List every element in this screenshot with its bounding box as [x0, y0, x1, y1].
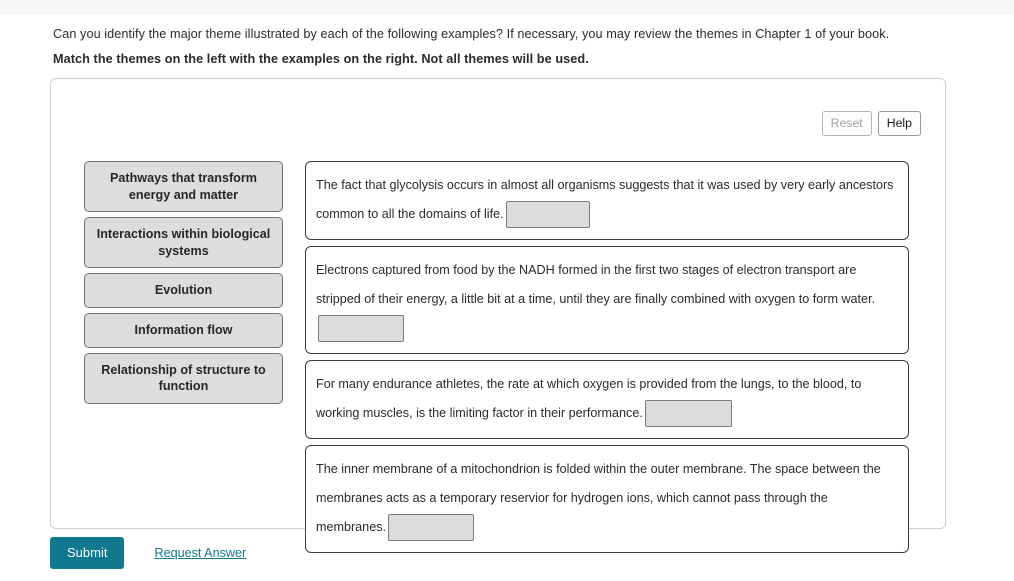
example-card-4: The inner membrane of a mitochondrion is…	[305, 445, 909, 553]
drop-slot-2[interactable]	[318, 315, 404, 343]
theme-bank: Pathways that transform energy and matte…	[84, 161, 283, 404]
footer-actions: Submit Request Answer	[50, 537, 246, 569]
theme-tile-evolution[interactable]: Evolution	[84, 273, 283, 309]
example-text-2: Electrons captured from food by the NADH…	[316, 263, 876, 306]
question-prompt-line-1: Can you identify the major theme illustr…	[53, 27, 890, 41]
theme-tile-interactions[interactable]: Interactions within biological systems	[84, 217, 283, 269]
theme-tile-structure-function[interactable]: Relationship of structure to function	[84, 352, 283, 404]
example-card-2: Electrons captured from food by the NADH…	[305, 246, 909, 354]
drop-slot-3[interactable]	[644, 400, 732, 428]
browser-top-strip	[0, 0, 1014, 14]
example-list: The fact that glycolysis occurs in almos…	[305, 161, 909, 553]
question-instruction-line-2: Match the themes on the left with the ex…	[53, 52, 589, 66]
matching-exercise-panel: Reset Help Pathways that transform energ…	[50, 78, 947, 553]
example-text-1: The fact that glycolysis occurs in almos…	[316, 178, 894, 221]
assignment-page: Can you identify the major theme illustr…	[0, 14, 1014, 581]
matching-work-area: Pathways that transform energy and matte…	[51, 79, 947, 553]
drop-slot-1[interactable]	[505, 201, 590, 229]
theme-tile-pathways[interactable]: Pathways that transform energy and matte…	[84, 161, 283, 213]
example-text-3: For many endurance athletes, the rate at…	[316, 377, 862, 420]
request-answer-link[interactable]: Request Answer	[154, 546, 246, 560]
example-card-1: The fact that glycolysis occurs in almos…	[305, 161, 909, 240]
example-card-3: For many endurance athletes, the rate at…	[305, 360, 909, 439]
drop-slot-4[interactable]	[388, 514, 474, 542]
theme-tile-information-flow[interactable]: Information flow	[84, 313, 283, 348]
submit-button[interactable]: Submit	[50, 537, 125, 569]
